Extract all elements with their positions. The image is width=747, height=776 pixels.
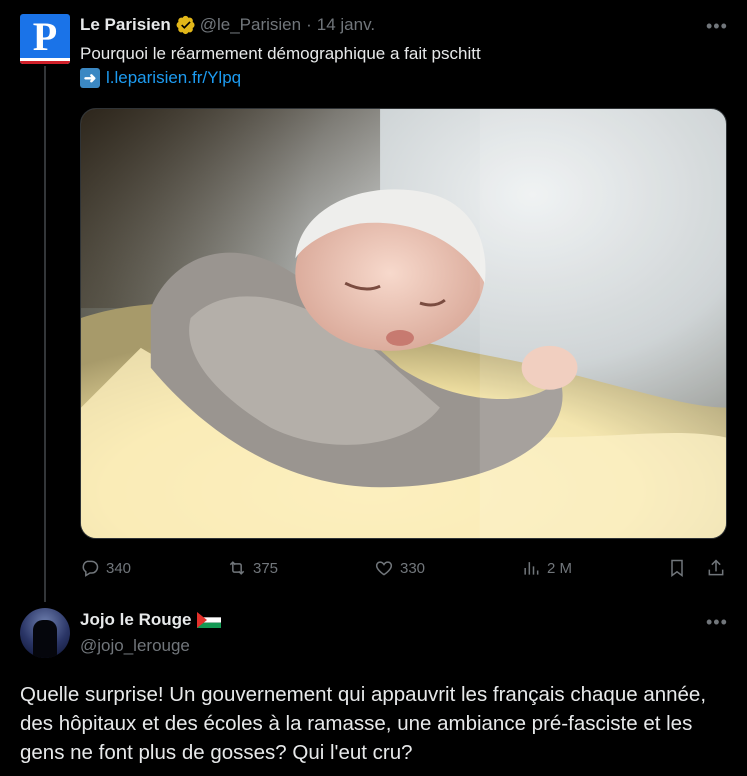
tweet-jojo-le-rouge: Jojo le Rouge @jojo_lerouge ••• Quelle s… bbox=[0, 596, 747, 776]
tweet-header: Le Parisien @le_Parisien · 14 janv. bbox=[80, 15, 375, 35]
avatar[interactable]: P bbox=[20, 14, 70, 64]
tweet-text: Pourquoi le réarmement démographique a f… bbox=[80, 44, 481, 63]
avatar-stripe bbox=[20, 58, 70, 64]
avatar-letter: P bbox=[32, 14, 58, 59]
repost-button[interactable]: 375 bbox=[227, 556, 278, 580]
author-handle[interactable]: @jojo_lerouge bbox=[80, 636, 190, 656]
tweet-link-row: ➜ l.leparisien.fr/Ylpq bbox=[80, 68, 241, 88]
reply-icon bbox=[82, 560, 99, 577]
bookmark-icon bbox=[671, 559, 683, 577]
palestine-flag-icon bbox=[197, 612, 222, 628]
like-button[interactable]: 330 bbox=[374, 556, 425, 580]
author-name[interactable]: Jojo le Rouge bbox=[80, 610, 191, 630]
tweet-text: Quelle surprise! Un gouvernement qui app… bbox=[20, 683, 707, 764]
views-chart-icon bbox=[524, 562, 539, 575]
tweet-date[interactable]: 14 janv. bbox=[317, 15, 375, 35]
more-options-icon[interactable]: ••• bbox=[706, 612, 727, 632]
repost-count: 375 bbox=[253, 559, 279, 577]
tweet-actions: 340 375 330 2 M bbox=[80, 556, 727, 580]
repost-icon bbox=[229, 561, 245, 575]
views-button[interactable]: 2 M bbox=[521, 556, 572, 580]
share-icon bbox=[708, 559, 724, 576]
avatar[interactable] bbox=[20, 608, 70, 658]
like-count: 330 bbox=[400, 559, 426, 577]
tweet-link[interactable]: l.leparisien.fr/Ylpq bbox=[106, 68, 241, 88]
newborn-photo-icon bbox=[81, 109, 726, 538]
heart-icon bbox=[375, 561, 393, 576]
tweet-media-image[interactable] bbox=[80, 108, 727, 539]
views-count: 2 M bbox=[547, 559, 573, 577]
thread-line bbox=[44, 66, 46, 602]
author-name[interactable]: Le Parisien bbox=[80, 15, 171, 35]
tweet-le-parisien: P Le Parisien @le_Parisien · 14 janv. ••… bbox=[0, 0, 747, 602]
tweet-header: Jojo le Rouge bbox=[80, 610, 222, 630]
bookmark-button[interactable] bbox=[667, 556, 687, 580]
reply-count: 340 bbox=[106, 559, 132, 577]
author-handle[interactable]: @le_Parisien bbox=[200, 15, 301, 35]
right-arrow-emoji-icon: ➜ bbox=[80, 68, 100, 88]
more-options-icon[interactable]: ••• bbox=[706, 16, 727, 36]
share-button[interactable] bbox=[706, 556, 726, 580]
reply-button[interactable]: 340 bbox=[80, 556, 131, 580]
verified-badge-icon[interactable] bbox=[176, 15, 196, 35]
avatar-figure bbox=[33, 620, 57, 658]
separator-dot: · bbox=[306, 15, 312, 34]
